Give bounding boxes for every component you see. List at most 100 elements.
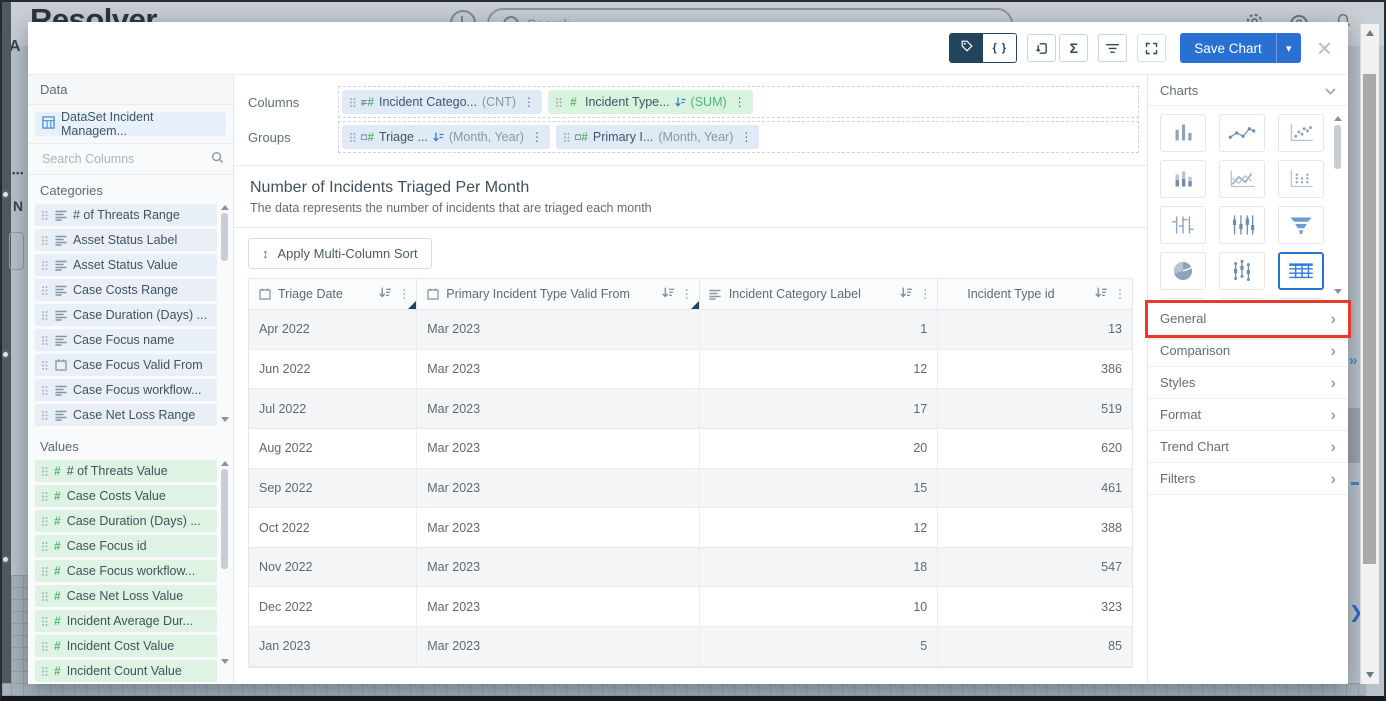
scroll-up-arrow[interactable] bbox=[221, 205, 229, 210]
value-item[interactable]: # Case Costs Value bbox=[35, 485, 217, 507]
column-pill[interactable]: # Incident Catego... (CNT) ⋮ bbox=[342, 90, 542, 114]
category-item[interactable]: Case Focus Valid From bbox=[35, 354, 217, 376]
bar-chart-tile[interactable] bbox=[1160, 114, 1206, 152]
kebab-menu-icon[interactable]: ⋮ bbox=[1114, 287, 1126, 301]
values-scrollbar[interactable] bbox=[220, 461, 229, 678]
menu-section-item[interactable]: Styles › bbox=[1148, 367, 1348, 399]
sigma-button[interactable]: Σ bbox=[1059, 34, 1088, 62]
value-item[interactable]: # # of Threats Value bbox=[35, 460, 217, 482]
tag-toggle-button[interactable] bbox=[950, 34, 983, 62]
page-scrollbar[interactable] bbox=[1360, 24, 1379, 684]
table-chart-tile[interactable] bbox=[1278, 252, 1324, 290]
value-item[interactable]: # Case Net Loss Value bbox=[35, 585, 217, 607]
stacked-column-chart-tile[interactable] bbox=[1160, 160, 1206, 198]
menu-section-item[interactable]: Filters › bbox=[1148, 463, 1348, 495]
scroll-up-arrow[interactable] bbox=[221, 461, 229, 466]
sort-icon[interactable] bbox=[662, 287, 674, 301]
table-column-header[interactable]: Incident Category Label ⋮ bbox=[699, 279, 937, 310]
scroll-up-arrow[interactable] bbox=[1366, 30, 1374, 36]
funnel-chart-tile[interactable] bbox=[1278, 206, 1324, 244]
kebab-menu-icon[interactable]: ⋮ bbox=[919, 287, 931, 301]
category-item[interactable]: Asset Status Value bbox=[35, 254, 217, 276]
scroll-up-arrow[interactable] bbox=[1334, 116, 1342, 121]
table-column-header[interactable]: Incident Type id ⋮ bbox=[938, 279, 1132, 310]
scrollbar-thumb[interactable] bbox=[221, 213, 228, 261]
search-columns-input[interactable] bbox=[40, 151, 205, 167]
scroll-down-arrow[interactable] bbox=[221, 417, 229, 422]
scrollbar-thumb[interactable] bbox=[1334, 125, 1341, 169]
category-item[interactable]: Case Focus workflow... bbox=[35, 379, 217, 401]
value-item[interactable]: # Case Focus workflow... bbox=[35, 560, 217, 582]
charts-scrollbar[interactable] bbox=[1333, 116, 1342, 294]
menu-section-item[interactable]: Format › bbox=[1148, 399, 1348, 431]
chart-tile-partial[interactable] bbox=[1160, 298, 1206, 302]
table-row[interactable]: Nov 2022 Mar 2023 18 547 bbox=[249, 547, 1132, 587]
table-column-header[interactable]: Primary Incident Type Valid From ⋮ bbox=[417, 279, 700, 310]
scroll-down-arrow[interactable] bbox=[221, 659, 229, 664]
groups-dropzone[interactable]: # Triage ... (Month, Year) ⋮ bbox=[338, 121, 1139, 153]
category-item[interactable]: Case Duration (Days) ... bbox=[35, 304, 217, 326]
categories-scrollbar[interactable] bbox=[220, 205, 229, 422]
group-pill[interactable]: # Triage ... (Month, Year) ⋮ bbox=[342, 125, 550, 149]
category-item[interactable]: Case Net Loss Range bbox=[35, 404, 217, 426]
value-item[interactable]: # Incident Count Value bbox=[35, 660, 217, 682]
value-item[interactable]: # Incident Cost Value bbox=[35, 635, 217, 657]
value-item[interactable]: # Incident Average Dur... bbox=[35, 610, 217, 632]
category-item[interactable]: Asset Status Label bbox=[35, 229, 217, 251]
table-row[interactable]: Dec 2022 Mar 2023 10 323 bbox=[249, 587, 1132, 627]
value-item[interactable]: # Case Focus id bbox=[35, 535, 217, 557]
candlestick-chart-tile[interactable] bbox=[1160, 206, 1206, 244]
column-pill[interactable]: # Incident Type... (SUM) ⋮ bbox=[548, 90, 753, 114]
table-column-header[interactable]: Triage Date ⋮ bbox=[249, 279, 417, 310]
code-toggle-button[interactable]: { } bbox=[983, 34, 1016, 62]
kebab-menu-icon[interactable]: ⋮ bbox=[531, 130, 543, 144]
category-item[interactable]: # of Threats Range bbox=[35, 204, 217, 226]
kebab-menu-icon[interactable]: ⋮ bbox=[523, 95, 535, 109]
menu-section-item[interactable]: General › bbox=[1148, 303, 1348, 335]
chart-tile-partial[interactable] bbox=[1219, 298, 1265, 302]
kebab-menu-icon[interactable]: ⋮ bbox=[740, 130, 752, 144]
dataset-item[interactable]: DataSet Incident Managem... bbox=[35, 112, 226, 136]
kebab-menu-icon[interactable]: ⋮ bbox=[398, 287, 410, 301]
scrollbar-thumb[interactable] bbox=[1363, 74, 1376, 564]
field-type-icon bbox=[54, 359, 67, 372]
scatter-chart-tile[interactable] bbox=[1278, 114, 1324, 152]
kebab-menu-icon[interactable]: ⋮ bbox=[734, 95, 746, 109]
sort-icon[interactable] bbox=[1095, 287, 1107, 301]
ohlc-chart-tile[interactable] bbox=[1219, 206, 1265, 244]
pivot-button[interactable] bbox=[1027, 34, 1056, 62]
category-item[interactable]: Case Focus name bbox=[35, 329, 217, 351]
multi-line-chart-tile[interactable] bbox=[1219, 160, 1265, 198]
close-icon[interactable]: × bbox=[1317, 38, 1332, 58]
table-row[interactable]: Apr 2022 Mar 2023 1 13 bbox=[249, 310, 1132, 350]
value-item[interactable]: # Case Duration (Days) ... bbox=[35, 510, 217, 532]
table-row[interactable]: Sep 2022 Mar 2023 15 461 bbox=[249, 468, 1132, 508]
fullscreen-button[interactable] bbox=[1137, 34, 1166, 62]
save-chart-dropdown-caret[interactable]: ▾ bbox=[1276, 33, 1301, 63]
sort-icon[interactable] bbox=[379, 287, 391, 301]
menu-section-item[interactable]: Trend Chart › bbox=[1148, 431, 1348, 463]
chevron-down-icon[interactable] bbox=[1325, 83, 1336, 98]
pie-chart-tile[interactable] bbox=[1160, 252, 1206, 290]
category-item[interactable]: Case Costs Range bbox=[35, 279, 217, 301]
save-chart-button[interactable]: Save Chart bbox=[1180, 33, 1276, 63]
table-row[interactable]: Jan 2023 Mar 2023 5 85 bbox=[249, 627, 1132, 667]
line-chart-tile[interactable] bbox=[1219, 114, 1265, 152]
scroll-down-arrow[interactable] bbox=[1334, 289, 1342, 294]
table-row[interactable]: Oct 2022 Mar 2023 12 388 bbox=[249, 508, 1132, 548]
group-pill[interactable]: # Primary I... (Month, Year) ⋮ bbox=[556, 125, 759, 149]
filter-sort-button[interactable] bbox=[1098, 34, 1127, 62]
chart-tile-partial[interactable] bbox=[1278, 298, 1324, 302]
sort-icon[interactable] bbox=[900, 287, 912, 301]
apply-multi-column-sort-button[interactable]: ↕ Apply Multi-Column Sort bbox=[248, 238, 432, 269]
box-plot-chart-tile[interactable] bbox=[1219, 252, 1265, 290]
kebab-menu-icon[interactable]: ⋮ bbox=[681, 287, 693, 301]
menu-section-item[interactable]: Comparison › bbox=[1148, 335, 1348, 367]
table-row[interactable]: Jul 2022 Mar 2023 17 519 bbox=[249, 389, 1132, 429]
table-row[interactable]: Aug 2022 Mar 2023 20 620 bbox=[249, 428, 1132, 468]
scrollbar-thumb[interactable] bbox=[221, 469, 228, 569]
columns-dropzone[interactable]: # Incident Catego... (CNT) ⋮ bbox=[338, 86, 1139, 118]
dot-column-chart-tile[interactable] bbox=[1278, 160, 1324, 198]
table-row[interactable]: Jun 2022 Mar 2023 12 386 bbox=[249, 349, 1132, 389]
scroll-down-arrow[interactable] bbox=[1366, 672, 1374, 678]
